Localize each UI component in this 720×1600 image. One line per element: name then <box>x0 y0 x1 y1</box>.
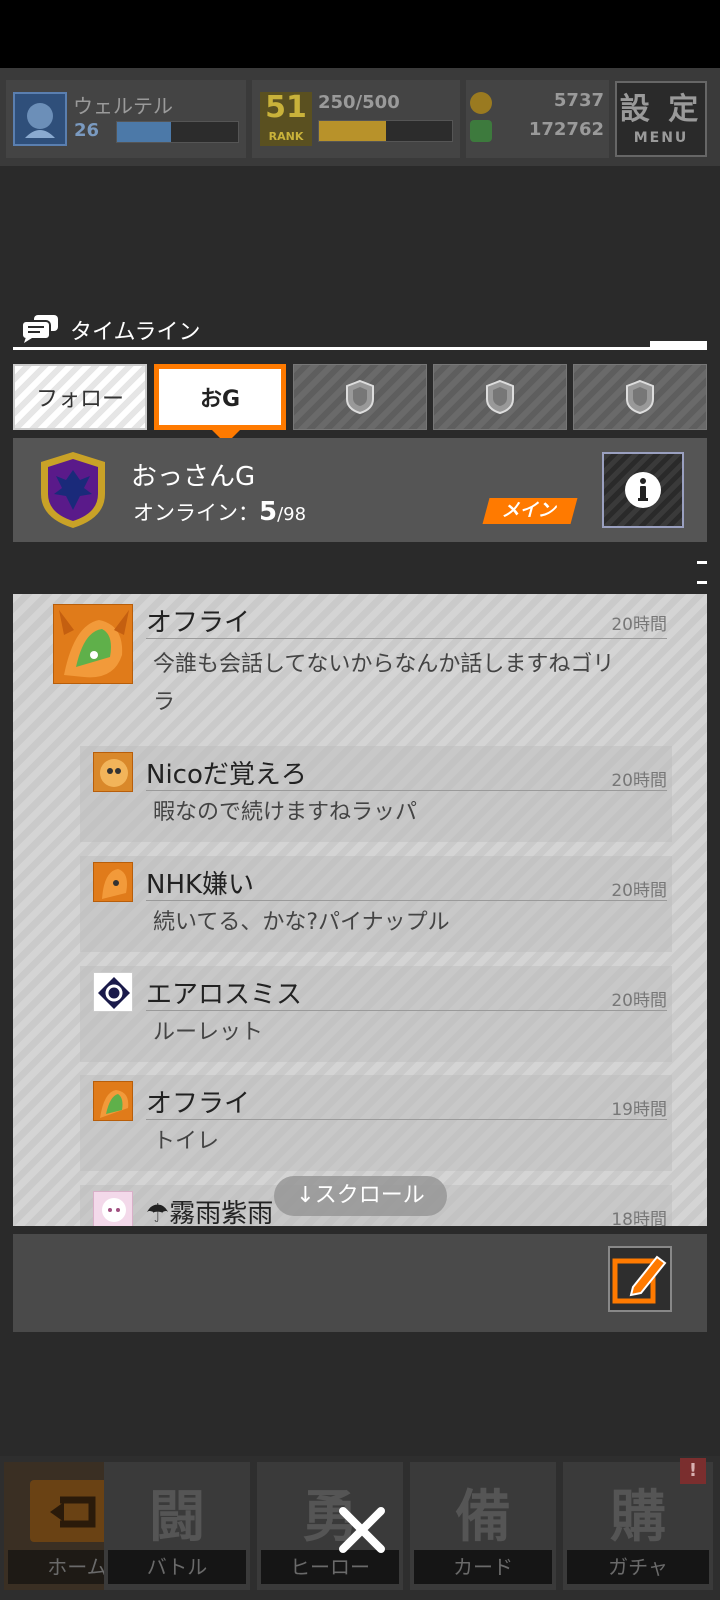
shield-icon <box>346 379 374 415</box>
compose-button[interactable] <box>608 1246 672 1312</box>
post-author: NHK嫌い <box>146 870 255 900</box>
post-message-line: 今誰も会話してないからなんか話しますねゴリ <box>153 652 615 677</box>
post-divider <box>146 1119 667 1120</box>
post-author: ☂霧雨紫雨 <box>146 1199 274 1226</box>
nav-battle[interactable]: 闘 バトル <box>104 1462 250 1590</box>
post-message: ルーレット <box>153 1020 264 1045</box>
guild-name: おっさんG <box>131 462 256 492</box>
post-avatar[interactable] <box>93 1191 133 1226</box>
tab-guild[interactable]: おG <box>154 364 286 430</box>
nav-card-glyph: 備 <box>455 1485 511 1550</box>
menu-kanji: 設 定 <box>619 92 703 127</box>
guild-info-button[interactable] <box>602 452 684 528</box>
post-time: 20時間 <box>611 615 667 635</box>
post-author: エアロスミス <box>146 980 303 1010</box>
post-message-line: ラ <box>153 690 176 715</box>
post-time: 18時間 <box>611 1210 667 1226</box>
shield-icon <box>486 379 514 415</box>
nav-battle-glyph: 闘 <box>149 1485 205 1550</box>
nav-card-label: カード <box>414 1550 552 1584</box>
scroll-indicator <box>697 561 707 564</box>
main-guild-badge: メイン <box>482 498 578 524</box>
stamina-bar-fill <box>319 121 386 141</box>
post-divider <box>146 638 667 639</box>
post-author: オフライ <box>146 1089 251 1119</box>
scroll-indicator <box>697 581 707 584</box>
chat-bubble-icon <box>20 313 62 343</box>
shield-icon <box>626 379 654 415</box>
post-time: 19時間 <box>611 1100 667 1120</box>
online-total: /98 <box>277 504 307 525</box>
post-avatar[interactable] <box>93 752 133 792</box>
tab-empty-slot-1[interactable] <box>293 364 427 430</box>
guild-online: オンライン：5/98 <box>133 497 306 527</box>
user-name: ウェルテル <box>73 94 173 118</box>
post-message: トイレ <box>153 1129 220 1154</box>
post-author: オフライ <box>146 608 251 638</box>
user-level: 26 <box>74 120 100 141</box>
post-avatar[interactable] <box>93 972 133 1012</box>
post-time: 20時間 <box>611 771 667 791</box>
tab-follow[interactable]: フォロー <box>13 364 147 430</box>
nav-battle-label: バトル <box>108 1550 246 1584</box>
edit-icon <box>612 1255 667 1304</box>
post-avatar[interactable] <box>93 1081 133 1121</box>
tab-follow-label: フォロー <box>35 387 124 412</box>
post-time: 20時間 <box>611 991 667 1011</box>
stamina-text: 250/500 <box>318 92 400 113</box>
post-divider <box>146 900 667 901</box>
post-message: 今誰も会話してないからなんか話しますねゴリ ラ <box>153 646 614 722</box>
nav-gacha-label: ガチャ <box>567 1550 709 1584</box>
tab-empty-slot-2[interactable] <box>433 364 567 430</box>
post-divider <box>146 790 667 791</box>
close-button[interactable] <box>335 1503 389 1557</box>
top-blackout <box>0 0 720 68</box>
post-avatar[interactable] <box>53 604 133 684</box>
rank-number: 51 <box>265 90 307 125</box>
exp-bar-fill <box>117 122 171 142</box>
close-icon <box>339 1507 385 1553</box>
post-avatar[interactable] <box>93 862 133 902</box>
post-time: 20時間 <box>611 881 667 901</box>
notification-badge: ! <box>680 1458 706 1484</box>
gem-count: 172762 <box>528 119 604 140</box>
gem-icon <box>470 120 492 142</box>
coin-count: 5737 <box>553 90 604 111</box>
post-divider <box>146 1010 667 1011</box>
nav-card[interactable]: 備 カード <box>410 1462 556 1590</box>
timeline-divider-accent <box>650 341 707 347</box>
tab-empty-slot-3[interactable] <box>573 364 707 430</box>
coin-icon <box>470 92 492 114</box>
rank-label: RANK <box>268 130 304 143</box>
post-author: Nicoだ覚えろ <box>146 760 307 790</box>
tab-guild-label: おG <box>199 387 241 412</box>
guild-emblem-icon <box>38 450 108 534</box>
nav-gacha-glyph: 購 <box>610 1485 666 1550</box>
timeline-title: タイムライン <box>70 320 201 345</box>
avatar-icon <box>13 92 67 146</box>
online-count: 5 <box>259 497 278 527</box>
compose-area[interactable] <box>13 1234 707 1332</box>
scroll-hint[interactable]: ↓スクロール <box>274 1176 447 1216</box>
info-icon <box>625 472 661 508</box>
timeline-feed[interactable]: オフライ 20時間 今誰も会話してないからなんか話しますねゴリ ラ Nicoだ覚… <box>13 594 707 1226</box>
post-message: 暇なので続けますねラッパ <box>153 800 418 825</box>
menu-label: MENU <box>633 130 689 146</box>
timeline-divider <box>13 347 707 350</box>
post-message: 続いてる、かな?パイナップル <box>153 910 450 935</box>
online-label: オンライン： <box>133 501 259 525</box>
